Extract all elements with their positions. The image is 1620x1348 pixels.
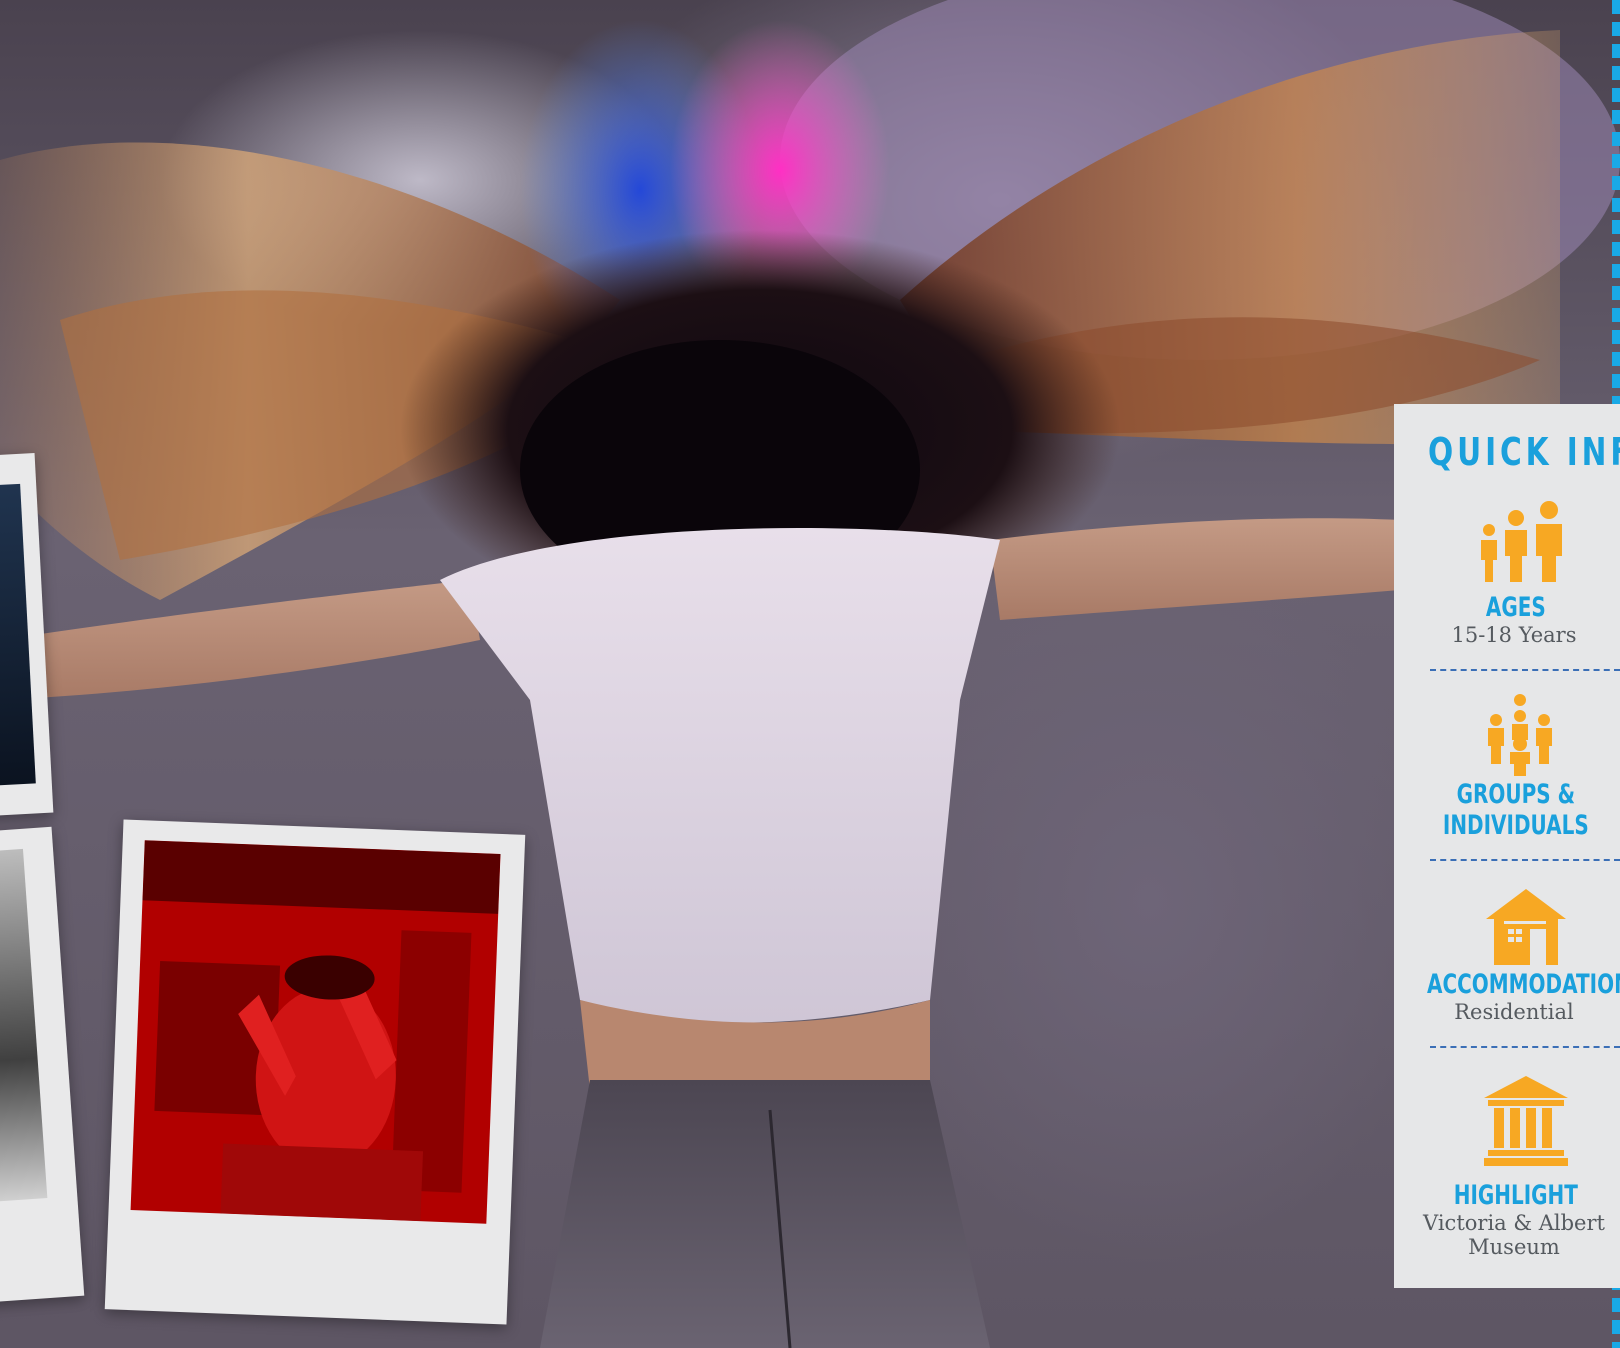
red-tinted-photo: [130, 840, 501, 1224]
highlight-value-line2: Museum: [1468, 1235, 1560, 1259]
divider: [1430, 1046, 1620, 1048]
highlight-value: Victoria & Albert: [1423, 1211, 1605, 1235]
groups-label-line2: INDIVIDUALS: [1442, 810, 1589, 841]
divider: [1430, 669, 1620, 671]
polaroid-photo-red: [104, 819, 526, 1325]
ages-label: AGES: [1485, 592, 1546, 623]
quick-info-highlight: HIGHLIGHT Victoria & Albert Museum: [1394, 1180, 1620, 1259]
quick-info-groups: GROUPS & INDIVIDUALS: [1394, 779, 1620, 841]
quick-info-ages: AGES 15-18 Years: [1394, 592, 1620, 647]
groups-label: GROUPS &: [1456, 779, 1576, 810]
ages-value: 15-18 Years: [1451, 623, 1577, 647]
hero-photo: [0, 0, 1620, 1348]
divider: [1430, 859, 1620, 861]
group-icon: [1488, 694, 1552, 776]
quick-info-accommodation: ACCOMMODATION Residential: [1394, 969, 1620, 1024]
house-icon: [1486, 889, 1566, 965]
quick-info-panel: QUICK INFO AGES 15-18 Years GROUPS & IND…: [1394, 404, 1620, 1288]
quick-info-title: QUICK INFO: [1428, 430, 1620, 474]
accommodation-label: ACCOMMODATION: [1427, 969, 1620, 1000]
museum-icon: [1484, 1076, 1568, 1166]
accommodation-value: Residential: [1454, 1000, 1574, 1024]
highlight-label: HIGHLIGHT: [1453, 1180, 1578, 1211]
family-icon: [1481, 501, 1562, 582]
